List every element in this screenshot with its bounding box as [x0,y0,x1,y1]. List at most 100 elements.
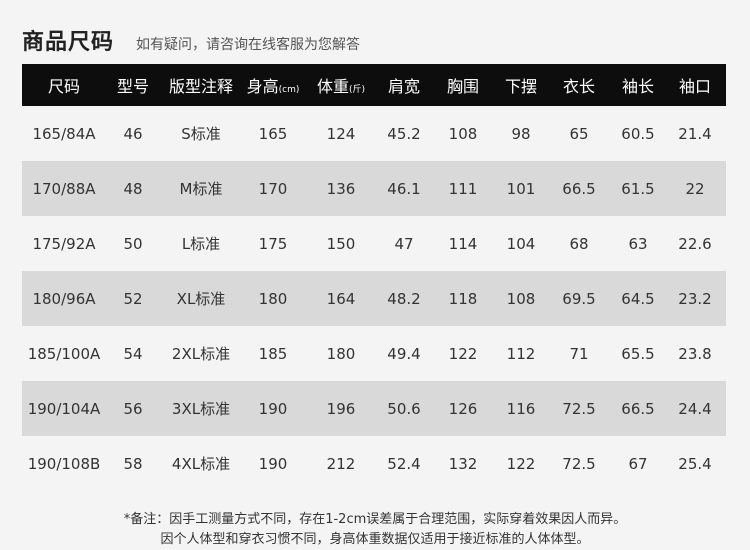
column-header: 胸围 [446,77,479,96]
table-cell: 116 [506,399,536,418]
table-cell: 136 [326,179,356,198]
table-cell: 45.2 [387,124,421,143]
table-cell: 4XL标准 [171,455,231,473]
column-header: 下摆 [504,77,537,96]
table-cell: 65 [569,124,589,143]
footnote-line-2: 因个人体型和穿衣习惯不同，身高体重数据仅适用于接近标准的人体体型。 [160,532,590,547]
table-cell: 114 [448,234,478,253]
column-header: 袖口 [678,77,711,96]
table-cell: 104 [506,234,536,253]
table-row: 190/108B 58 4XL标准 190 212 52.4 132 122 7… [22,436,726,491]
table-cell: 72.5 [562,399,596,418]
table-cell: 164 [326,289,356,308]
table-row: 170/88A 48 M标准 170 136 46.1 111 101 66.5… [22,161,726,216]
table-cell: 52 [123,289,143,308]
table-cell: 98 [511,124,531,143]
table-cell: 122 [448,344,478,363]
column-header: 体重(斤) [316,77,366,96]
table-cell: 64.5 [621,289,655,308]
table-cell: 190 [258,399,288,418]
table-cell: 175/92A [32,234,96,253]
column-header: 身高(cm) [246,77,300,96]
column-header: 型号 [116,77,149,96]
table-row: 185/100A 54 2XL标准 185 180 49.4 122 112 7… [22,326,726,381]
table-cell: 132 [448,454,478,473]
footnote-line-1: *备注：因手工测量方式不同，存在1-2cm误差属于合理范围，实际穿着效果因人而异… [123,512,627,527]
table-cell: 21.4 [678,124,712,143]
table-cell: 112 [506,344,536,363]
column-header: 袖长 [621,77,654,96]
table-cell: 111 [448,179,478,198]
table-cell: 72.5 [562,454,596,473]
table-cell: 150 [326,234,356,253]
table-cell: 25.4 [678,454,712,473]
table-cell: 63 [628,234,648,253]
column-header: 尺码 [47,77,80,96]
column-header: 衣长 [562,77,595,96]
table-row: 190/104A 56 3XL标准 190 196 50.6 126 116 7… [22,381,726,436]
table-cell: 190/104A [27,399,101,418]
table-cell: 48.2 [387,289,421,308]
table-row: 175/92A 50 L标准 175 150 47 114 104 68 63 … [22,216,726,271]
table-cell: 61.5 [621,179,655,198]
page-header: 商品尺码 如有疑问，请咨询在线客服为您解答 [22,24,360,56]
table-cell: 68 [569,234,589,253]
table-cell: 22 [685,179,705,198]
table-cell: 118 [448,289,478,308]
table-row: 165/84A 46 S标准 165 124 45.2 108 98 65 60… [22,106,726,161]
table-cell: 66.5 [621,399,655,418]
table-cell: 65.5 [621,344,655,363]
table-cell: 3XL标准 [171,400,231,418]
table-cell: 108 [448,124,478,143]
table-cell: M标准 [179,180,223,198]
table-cell: 108 [506,289,536,308]
table-cell: 54 [123,344,143,363]
size-chart-table: 尺码 型号 版型注释 身高(cm) 体重(斤) 肩宽 胸围 下摆 衣长 袖长 袖… [22,64,726,491]
table-cell: 175 [258,234,288,253]
table-cell: 60.5 [621,124,655,143]
table-cell: 52.4 [387,454,421,473]
column-header: 版型注释 [168,77,233,96]
table-cell: 56 [123,399,143,418]
table-cell: 50 [123,234,143,253]
table-cell: 122 [506,454,536,473]
table-cell: 46 [123,124,143,143]
table-cell: XL标准 [176,290,226,308]
table-cell: 180 [326,344,356,363]
column-header: 肩宽 [387,77,420,96]
table-cell: 71 [569,344,589,363]
table-cell: 24.4 [678,399,712,418]
table-cell: S标准 [181,125,221,143]
table-cell: 66.5 [562,179,596,198]
table-cell: 58 [123,454,143,473]
table-cell: 126 [448,399,478,418]
table-cell: 170 [258,179,288,198]
table-cell: 22.6 [678,234,712,253]
table-cell: 23.8 [678,344,712,363]
table-cell: 190 [258,454,288,473]
table-cell: 196 [326,399,356,418]
table-cell: 48 [123,179,143,198]
table-header-row: 尺码 型号 版型注释 身高(cm) 体重(斤) 肩宽 胸围 下摆 衣长 袖长 袖… [22,64,726,106]
table-cell: 2XL标准 [171,345,231,363]
page-subtitle: 如有疑问，请咨询在线客服为您解答 [136,37,361,53]
table-cell: 212 [326,454,356,473]
table-cell: 101 [506,179,536,198]
table-cell: 124 [326,124,356,143]
table-cell: 185/100A [27,344,101,363]
table-cell: 185 [258,344,288,363]
table-row: 180/96A 52 XL标准 180 164 48.2 118 108 69.… [22,271,726,326]
table-cell: 67 [628,454,648,473]
table-cell: 170/88A [32,179,96,198]
table-cell: 23.2 [678,289,712,308]
table-cell: 46.1 [387,179,421,198]
page-title: 商品尺码 [22,30,115,55]
table-cell: 165/84A [32,124,96,143]
table-cell: 190/108B [27,454,101,473]
table-cell: 50.6 [387,399,421,418]
table-cell: L标准 [181,235,221,253]
table-cell: 165 [258,124,288,143]
table-cell: 69.5 [562,289,596,308]
table-cell: 49.4 [387,344,421,363]
table-cell: 47 [394,234,414,253]
